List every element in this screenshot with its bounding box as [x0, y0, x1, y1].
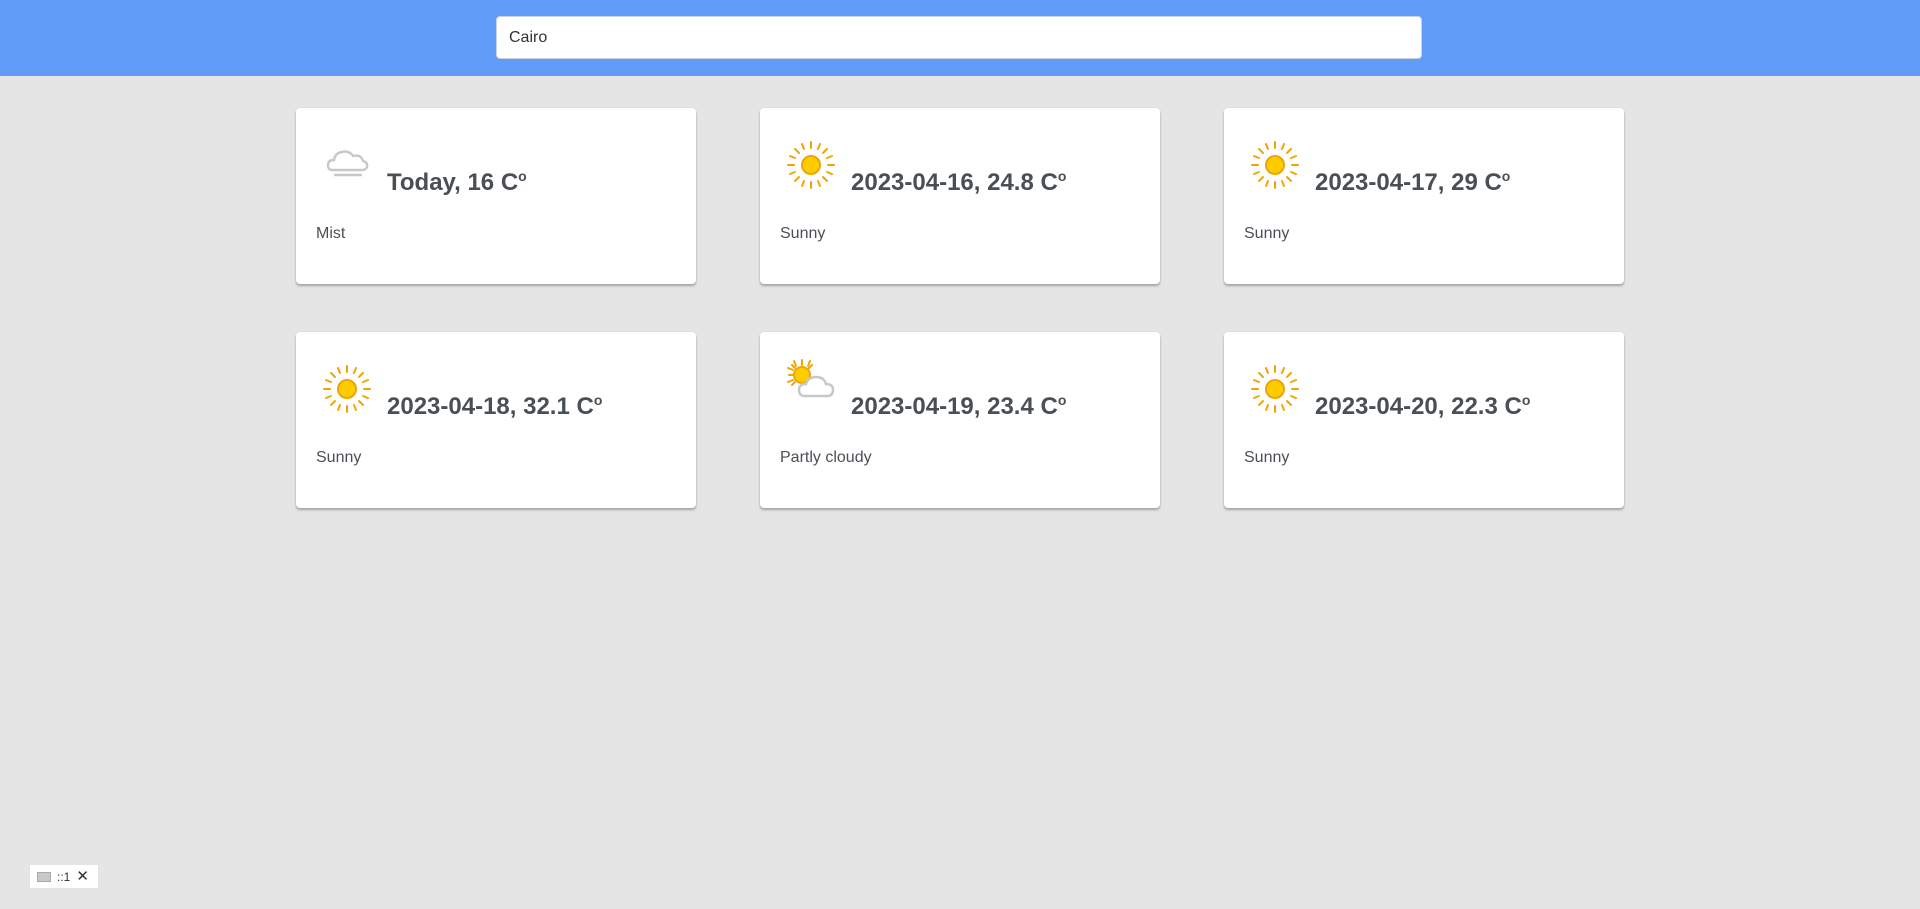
- forecast-condition: Sunny: [1244, 449, 1290, 466]
- forecast-card: 2023-04-18, 32.1 Co Sunny: [296, 332, 696, 508]
- header-bar: [0, 0, 1920, 76]
- host-label: ::1: [57, 869, 71, 884]
- forecast-condition: Mist: [316, 225, 346, 242]
- forecast-title: 2023-04-20, 22.3 Co: [1315, 392, 1531, 420]
- forecast-card: 2023-04-20, 22.3 Co Sunny: [1224, 332, 1624, 508]
- forecast-title: Today, 16 Co: [387, 168, 527, 196]
- forecast-card: 2023-04-17, 29 Co Sunny: [1224, 108, 1624, 284]
- forecast-condition: Partly cloudy: [780, 449, 872, 466]
- mist-icon: [326, 150, 369, 177]
- forecast-condition: Sunny: [1244, 225, 1290, 242]
- forecast-card: Today, 16 Co Mist: [296, 108, 696, 284]
- forecast-title: 2023-04-16, 24.8 Co: [851, 168, 1067, 196]
- image-icon: [37, 871, 51, 882]
- partly-cloudy-icon: [787, 359, 835, 398]
- sun-icon: [1251, 365, 1299, 413]
- sun-icon: [787, 141, 835, 189]
- sun-icon: [1251, 141, 1299, 189]
- forecast-title: 2023-04-19, 23.4 Co: [851, 392, 1067, 420]
- forecast-title: 2023-04-17, 29 Co: [1315, 168, 1511, 196]
- forecast-title: 2023-04-18, 32.1 Co: [387, 392, 603, 420]
- forecast-card: 2023-04-16, 24.8 Co Sunny: [760, 108, 1160, 284]
- forecast-condition: Sunny: [316, 449, 362, 466]
- city-search-input[interactable]: [496, 16, 1422, 59]
- dev-host-badge: ::1 ✕: [30, 865, 98, 888]
- forecast-condition: Sunny: [780, 225, 826, 242]
- sun-icon: [323, 365, 371, 413]
- close-icon[interactable]: ✕: [76, 869, 89, 884]
- forecast-card: 2023-04-19, 23.4 Co Partly cloudy: [760, 332, 1160, 508]
